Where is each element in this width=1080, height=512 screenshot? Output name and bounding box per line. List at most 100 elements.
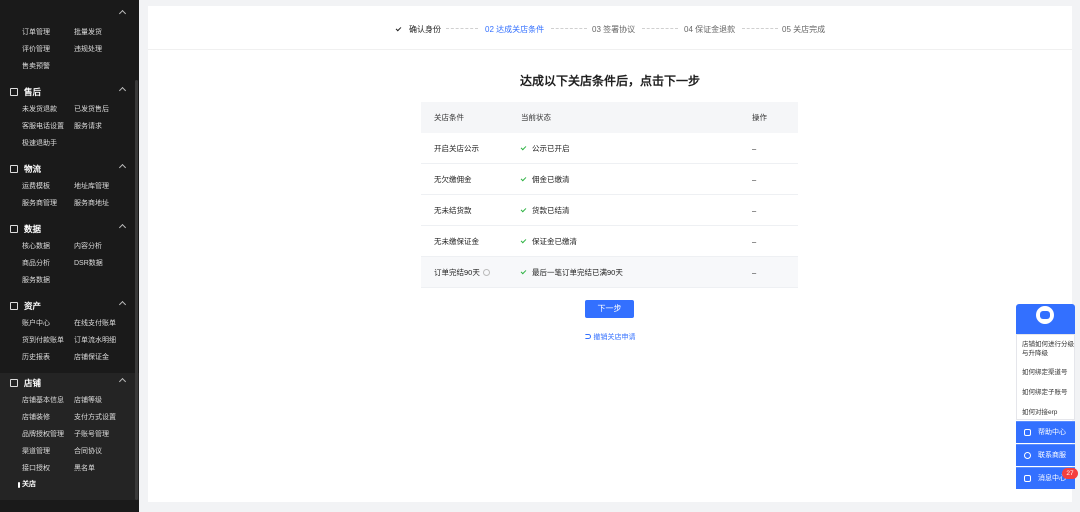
menu-item[interactable]: 渠道管理 — [22, 447, 50, 457]
robot-assistant-icon[interactable] — [1034, 304, 1056, 326]
menu-item[interactable]: 店铺等级 — [74, 396, 102, 406]
step-divider — [642, 28, 678, 29]
status-cell: 货款已结清 — [520, 195, 570, 226]
menu-item[interactable]: 货到付款账单 — [22, 336, 64, 346]
info-icon[interactable] — [482, 269, 490, 276]
menu-item[interactable]: 服务数据 — [22, 276, 50, 286]
table-header-row: 关店条件 当前状态 操作 — [421, 102, 798, 133]
menu-item[interactable]: 账户中心 — [22, 319, 50, 329]
menu-item[interactable]: 已发货售后 — [74, 105, 109, 115]
button-label: 联系商服 — [1038, 452, 1066, 459]
menu-item[interactable]: 在线支付账单 — [74, 319, 116, 329]
menu-item[interactable]: 接口授权 — [22, 464, 50, 474]
status-cell: 佣金已缴清 — [520, 164, 570, 195]
menu-item[interactable]: 店铺装修 — [22, 413, 50, 423]
condition-cell: 无未结货款 — [434, 206, 472, 215]
menu-item[interactable]: 商品分析 — [22, 259, 50, 269]
menu-item[interactable]: 品牌授权管理 — [22, 430, 64, 440]
menu-item[interactable]: 支付方式设置 — [74, 413, 116, 423]
message-icon — [1024, 475, 1031, 482]
faq-item[interactable]: 如何绑定渠道号 — [1022, 368, 1074, 377]
chevron-up-icon — [118, 223, 127, 232]
section-data[interactable]: 数据 — [0, 219, 139, 239]
menu-item[interactable]: 黑名单 — [74, 464, 95, 474]
conditions-table: 关店条件 当前状态 操作 开启关店公示 公示已开启 – 无欠缴佣金 佣金已缴清 … — [421, 102, 798, 288]
menu-item[interactable]: 客服电话设置 — [22, 122, 64, 132]
menu-item-close-store[interactable]: 关店 — [22, 480, 36, 490]
chart-icon — [10, 225, 18, 233]
section-title: 资产 — [24, 301, 42, 311]
section-store[interactable]: 店铺 — [0, 373, 139, 393]
action-cell: – — [752, 175, 757, 184]
step-2: 02 达成关店条件 — [485, 25, 545, 34]
condition-cell: 无欠缴佣金 — [434, 175, 472, 184]
menu-item[interactable]: 极速退助手 — [22, 139, 57, 149]
menu-item[interactable]: 店铺基本信息 — [22, 396, 64, 406]
check-icon — [520, 175, 527, 182]
step-4: 04 保证金退款 — [684, 25, 736, 34]
chevron-up-icon — [118, 86, 127, 95]
menu-item[interactable]: 服务请求 — [74, 122, 102, 132]
step-3: 03 签署协议 — [592, 25, 636, 34]
menu-item[interactable]: 合同协议 — [74, 447, 102, 457]
faq-item[interactable]: 如何对接erp — [1022, 408, 1074, 417]
menu-item[interactable]: 服务商管理 — [22, 199, 57, 209]
condition-text: 订单完结90天 — [434, 268, 480, 277]
condition-cell: 开启关店公示 — [434, 144, 479, 153]
status-cell: 保证金已缴清 — [520, 226, 577, 257]
menu-item-violation[interactable]: 违规处理 — [74, 45, 102, 55]
wallet-icon — [10, 302, 18, 310]
menu-item-batch-ship[interactable]: 批量发货 — [74, 28, 102, 38]
status-text: 货款已结清 — [532, 206, 570, 215]
menu-item[interactable]: 未发货退款 — [22, 105, 57, 115]
revoke-close-store-link[interactable]: 撤销关店申请 — [148, 332, 1072, 342]
menu-item[interactable]: 核心数据 — [22, 242, 50, 252]
next-step-button[interactable]: 下一步 — [585, 300, 634, 318]
chevron-up-icon — [118, 300, 127, 309]
table-row: 开启关店公示 公示已开启 – — [421, 133, 798, 164]
status-cell: 公示已开启 — [520, 133, 570, 164]
help-icon — [1024, 429, 1031, 436]
menu-item-sale-warning[interactable]: 售卖预警 — [22, 62, 50, 72]
menu-item[interactable]: 历史报表 — [22, 353, 50, 363]
step-bar: 确认身份 02 达成关店条件 03 签署协议 04 保证金退款 05 关店完成 — [148, 6, 1072, 50]
table-row: 无未缴保证金 保证金已缴清 – — [421, 226, 798, 257]
chevron-up-icon — [118, 377, 127, 386]
faq-item[interactable]: 店铺如何进行分级与升降级 — [1022, 340, 1074, 358]
headset-icon — [1024, 452, 1031, 459]
menu-item[interactable]: 店铺保证金 — [74, 353, 109, 363]
column-header: 当前状态 — [521, 113, 551, 122]
status-text: 公示已开启 — [532, 144, 570, 153]
after-sale-icon — [10, 88, 18, 96]
step-divider — [742, 28, 778, 29]
section-after-sale[interactable]: 售后 — [0, 82, 139, 102]
step-divider — [551, 28, 587, 29]
step-5: 05 关店完成 — [782, 25, 826, 34]
section-title: 数据 — [24, 224, 42, 234]
menu-item[interactable]: 服务商地址 — [74, 199, 109, 209]
table-row: 无未结货款 货款已结清 – — [421, 195, 798, 226]
chevron-up-icon[interactable] — [118, 9, 127, 18]
menu-item[interactable]: 地址库管理 — [74, 182, 109, 192]
section-assets[interactable]: 资产 — [0, 296, 139, 316]
sidebar: 订单管理 批量发货 评价管理 违规处理 售卖预警 售后 未发货退款 已发货售后 … — [0, 0, 139, 512]
check-icon — [520, 268, 527, 275]
menu-item[interactable]: 运费模板 — [22, 182, 50, 192]
menu-item-review-manage[interactable]: 评价管理 — [22, 45, 50, 55]
menu-item[interactable]: 内容分析 — [74, 242, 102, 252]
sidebar-scrollbar[interactable] — [135, 80, 138, 500]
menu-item[interactable]: DSR数据 — [74, 259, 103, 269]
faq-item[interactable]: 如何绑定子账号 — [1022, 388, 1074, 397]
table-row: 订单完结90天 最后一笔订单完结已满90天 – — [421, 257, 798, 288]
menu-item[interactable]: 子账号管理 — [74, 430, 109, 440]
button-label: 帮助中心 — [1038, 429, 1066, 436]
page-title: 达成以下关店条件后，点击下一步 — [519, 74, 700, 88]
menu-item-order-manage[interactable]: 订单管理 — [22, 28, 50, 38]
contact-service-button[interactable]: 联系商服 — [1016, 444, 1075, 466]
active-indicator — [18, 482, 20, 488]
help-center-button[interactable]: 帮助中心 — [1016, 421, 1075, 443]
step-1: 确认身份 — [395, 24, 441, 35]
menu-item[interactable]: 订单流水明细 — [74, 336, 116, 346]
column-header: 操作 — [752, 113, 767, 122]
section-logistics[interactable]: 物流 — [0, 159, 139, 179]
